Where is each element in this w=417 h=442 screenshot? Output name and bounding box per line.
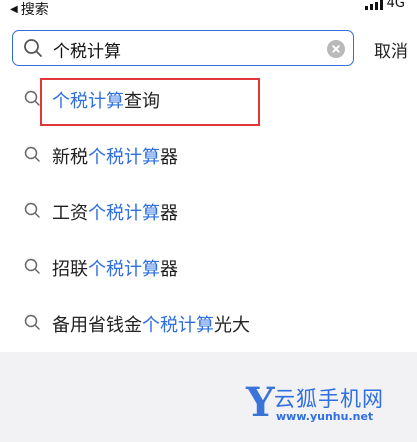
network-type: 4G [386,0,405,11]
watermark-url: www.yunhu.net [276,410,374,423]
suggestion-item[interactable]: 备用省钱金个税计算光大 [0,296,417,352]
search-icon [24,258,40,274]
search-icon [24,314,40,330]
suggestion-text: 招联个税计算器 [52,259,178,280]
back-label: 搜索 [20,2,49,18]
suggestion-text: 个税计算查询 [52,91,160,112]
watermark-logo-letter: Y [246,379,275,426]
search-query-text: 个税计算 [53,42,121,62]
suggestion-list: 个税计算查询 新税个税计算器 工资个税计算器 招联个税计算器 备用省钱金个税计算… [0,72,417,352]
search-input[interactable]: 个税计算 [12,30,354,66]
suggestion-item[interactable]: 新税个税计算器 [0,128,417,184]
search-icon [24,90,40,106]
suggestion-text: 新税个税计算器 [52,147,178,168]
search-icon [24,39,42,57]
search-icon [24,202,40,218]
status-bar: ◀ 搜索 4G [0,0,417,20]
suggestion-item[interactable]: 工资个税计算器 [0,184,417,240]
suggestion-text: 备用省钱金个税计算光大 [52,315,250,336]
search-bar: 个税计算 取消 [0,28,417,70]
suggestion-text: 工资个税计算器 [52,203,178,224]
suggestion-item[interactable]: 招联个税计算器 [0,240,417,296]
search-icon [24,146,40,162]
cancel-button[interactable]: 取消 [374,37,408,62]
suggestion-item[interactable]: 个税计算查询 [0,72,417,128]
status-indicators: 4G [364,0,405,11]
clear-icon[interactable] [327,40,345,58]
signal-icon [364,0,383,10]
back-to-search-link[interactable]: ◀ 搜索 [10,0,49,20]
site-watermark: Y 云狐手机网 www.yunhu.net [246,380,406,430]
watermark-site-name: 云狐手机网 [274,387,384,411]
back-arrow-icon: ◀ [10,4,18,15]
